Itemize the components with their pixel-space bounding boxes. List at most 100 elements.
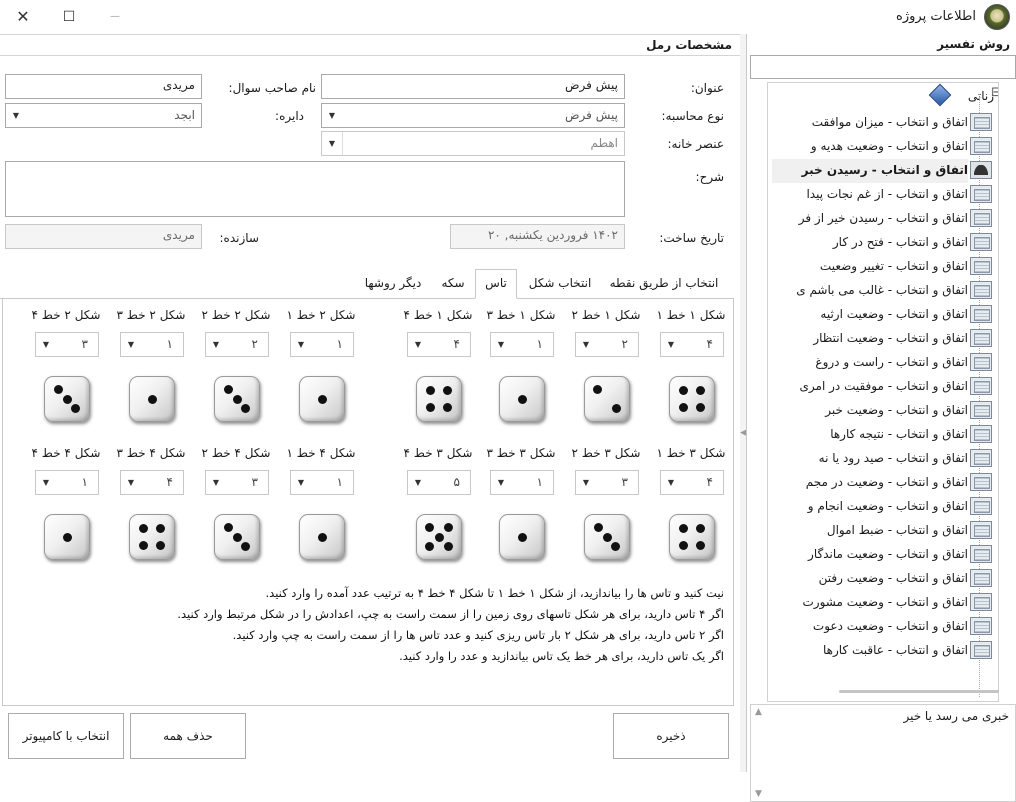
tree-item[interactable]: اتفاق و انتخاب - وضعیت در مجم [772,471,968,495]
die-pip [517,394,527,404]
dice-label: شکل ۳ خط ۴ [403,446,473,460]
tree-item[interactable]: اتفاق و انتخاب - غالب می باشم ی [772,279,968,303]
dice-value-select[interactable]: ▼ ۳ [575,470,639,495]
dice-label: شکل ۲ خط ۱ [286,308,356,322]
tree-item[interactable]: اتفاق و انتخاب - فتح در کار [772,231,968,255]
chevron-down-icon[interactable]: ▼ [491,471,511,494]
asker-input[interactable]: مریدی [5,74,202,99]
tree-item-label: اتفاق و انتخاب - میزان موافقت [811,115,968,129]
tab-other-methods[interactable]: دیگر روشها [356,270,430,298]
tree-item-label: اتفاق و انتخاب - راست و دروغ [815,355,968,369]
horizontal-scrollbar[interactable] [839,690,999,693]
tree-root[interactable]: زناتی [968,89,994,103]
tab-point-select[interactable]: انتخاب از طریق نقطه [603,270,725,298]
tree-item[interactable]: اتفاق و انتخاب - وضعیت ارثیه [772,303,968,327]
tree-item[interactable]: اتفاق و انتخاب - صید رود یا نه [772,447,968,471]
chevron-down-icon[interactable]: ▼ [661,333,681,356]
dice-value-select[interactable]: ▼ ۵ [407,470,471,495]
chevron-down-icon[interactable]: ▼ [121,333,141,356]
tree-item[interactable]: اتفاق و انتخاب - وضعیت هدیه و [772,135,968,159]
computer-pick-button[interactable]: انتخاب با کامپیوتر [8,713,124,759]
tree-item[interactable]: اتفاق و انتخاب - عاقبت کارها [772,639,968,663]
chevron-down-icon[interactable]: ▼ [291,471,311,494]
tree-item[interactable]: اتفاق و انتخاب - از غم نجات پیدا [772,183,968,207]
chevron-down-icon[interactable]: ▼ [322,104,342,127]
dice-value-select[interactable]: ▼ ۴ [120,470,184,495]
calc-type-select[interactable]: ▼ پیش فرض [321,103,625,128]
dice-value-select[interactable]: ▼ ۱ [290,470,354,495]
delete-all-button[interactable]: حذف همه [130,713,246,759]
title-label: عنوان: [690,81,724,95]
title-input[interactable]: پیش فرض [321,74,625,99]
tab-coin[interactable]: سکه [432,270,474,298]
dice-label: شکل ۴ خط ۳ [116,446,186,460]
document-icon [970,401,992,419]
tree-view[interactable]: زناتی ⊟ اتفاق و انتخاب - میزان موافقت اتف… [767,82,999,702]
maximize-icon[interactable]: ☐ [58,6,80,28]
chevron-down-icon[interactable]: ▼ [408,471,428,494]
sidebar: روش تفسیر زناتی ⊟ اتفاق و انتخاب - میزان… [746,34,1016,802]
document-icon [970,209,992,227]
document-icon [970,305,992,323]
tree-item[interactable]: اتفاق و انتخاب - نتیجه کارها [772,423,968,447]
chevron-down-icon[interactable]: ▼ [661,471,681,494]
chevron-down-icon[interactable]: ▼ [491,333,511,356]
dice-value-select[interactable]: ▼ ۱ [490,332,554,357]
dice-value-select[interactable]: ▼ ۴ [407,332,471,357]
chevron-down-icon[interactable]: ▼ [206,333,226,356]
sidebar-search-input[interactable] [750,55,1016,79]
tree-item[interactable]: اتفاق و انتخاب - وضعیت انتظار [772,327,968,351]
dice-value-select[interactable]: ▼ ۱ [490,470,554,495]
tree-item[interactable]: اتفاق و انتخاب - وضعیت مشورت [772,591,968,615]
chevron-down-icon[interactable]: ▼ [36,471,56,494]
tree-item[interactable]: اتفاق و انتخاب - راست و دروغ [772,351,968,375]
dice-value-select[interactable]: ▼ ۲ [575,332,639,357]
tree-item[interactable]: اتفاق و انتخاب - وضعیت خبر [772,399,968,423]
tab-shape-select[interactable]: انتخاب شکل [517,270,603,298]
dice-tab-panel [2,298,734,706]
dice-value-select[interactable]: ▼ ۳ [35,332,99,357]
dice-value-select[interactable]: ▼ ۱ [35,470,99,495]
tree-item[interactable]: اتفاق و انتخاب - وضعیت ماندگار [772,543,968,567]
tree-item[interactable]: اتفاق و انتخاب - وضعیت دعوت [772,615,968,639]
chevron-down-icon[interactable]: ▼ [121,471,141,494]
folder-icon [928,83,952,107]
scroll-up-icon[interactable]: ▲ [755,707,762,717]
die-pip [62,532,72,542]
chevron-down-icon[interactable]: ▼ [6,104,26,127]
tree-item[interactable]: اتفاق و انتخاب - میزان موافقت [772,111,968,135]
tree-item[interactable]: اتفاق و انتخاب - وضعیت انجام و [772,495,968,519]
collapse-icon[interactable]: ⊟ [991,85,998,100]
dice-value-select[interactable]: ▼ ۱ [120,332,184,357]
dice-value: ۱ [336,475,343,489]
dice-value: ۱ [536,337,543,351]
tree-item[interactable]: اتفاق و انتخاب - رسیدن خبر [772,159,968,183]
tree-item[interactable]: اتفاق و انتخاب - رسیدن خیر از فر [772,207,968,231]
tree-item[interactable]: اتفاق و انتخاب - موفقیت در امری [772,375,968,399]
house-element-select[interactable]: ▼ اهطم [321,131,625,156]
circle-select[interactable]: ▼ ابجد [5,103,202,128]
scroll-down-icon[interactable]: ▼ [755,789,762,799]
minimize-icon[interactable]: — [104,6,126,28]
document-icon [970,281,992,299]
tree-item[interactable]: اتفاق و انتخاب - تغییر وضعیت [772,255,968,279]
description-textarea[interactable] [5,161,625,217]
close-icon[interactable]: ✕ [12,6,34,28]
chevron-down-icon[interactable]: ▼ [408,333,428,356]
chevron-down-icon[interactable]: ▼ [206,471,226,494]
dice-value-select[interactable]: ▼ ۳ [205,470,269,495]
chevron-down-icon[interactable]: ▼ [322,132,342,155]
die-face-icon [416,514,462,560]
chevron-down-icon[interactable]: ▼ [36,333,56,356]
save-button[interactable]: ذخیره [613,713,729,759]
chevron-down-icon[interactable]: ▼ [576,471,596,494]
tab-dice[interactable]: تاس [475,269,517,299]
chevron-down-icon[interactable]: ▼ [291,333,311,356]
tree-item[interactable]: اتفاق و انتخاب - ضبط اموال [772,519,968,543]
chevron-down-icon[interactable]: ▼ [576,333,596,356]
tree-item[interactable]: اتفاق و انتخاب - وضعیت رفتن [772,567,968,591]
dice-value-select[interactable]: ▼ ۱ [290,332,354,357]
dice-value-select[interactable]: ▼ ۴ [660,470,724,495]
dice-value-select[interactable]: ▼ ۴ [660,332,724,357]
dice-value-select[interactable]: ▼ ۲ [205,332,269,357]
